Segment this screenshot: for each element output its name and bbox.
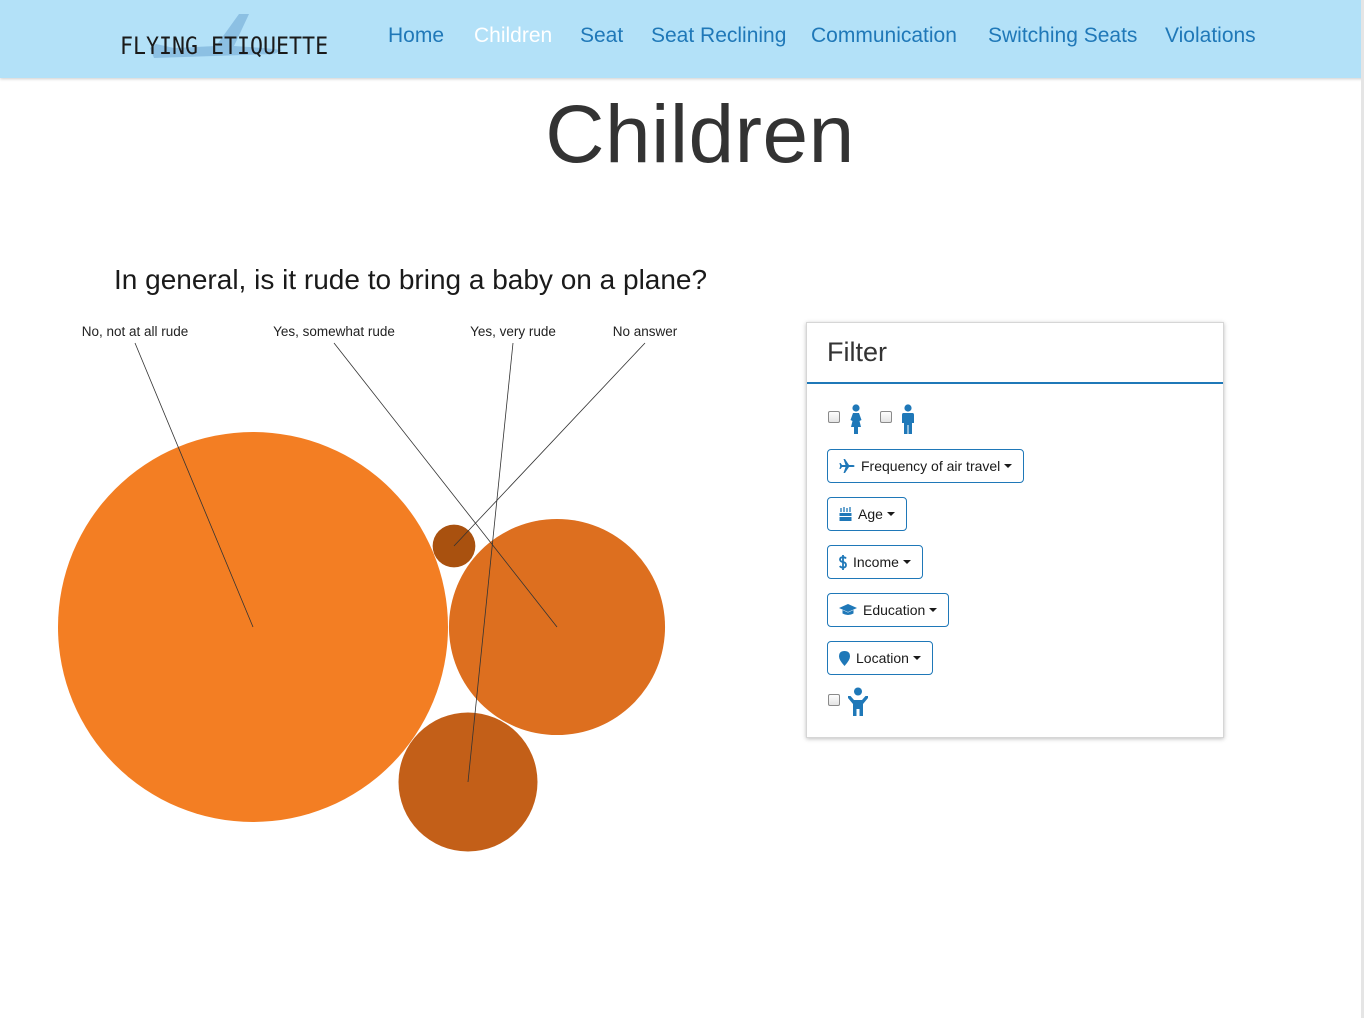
- page-title: Children: [545, 89, 855, 180]
- bubble-label: Yes, very rude: [470, 324, 556, 339]
- child-icon: [848, 687, 868, 716]
- map-marker-icon: [839, 650, 850, 666]
- filter-title: Filter: [827, 337, 887, 367]
- location-dropdown-label: Location: [856, 650, 909, 666]
- caret-down-icon: [1004, 464, 1013, 468]
- caret-down-icon: [929, 608, 938, 612]
- age-dropdown[interactable]: Age: [827, 497, 907, 531]
- male-checkbox[interactable]: [880, 411, 892, 423]
- bubble-label: No answer: [613, 324, 678, 339]
- birthday-cake-icon: [839, 507, 852, 521]
- bubble-label: Yes, somewhat rude: [273, 324, 395, 339]
- nav-switching-seats[interactable]: Switching Seats: [988, 24, 1137, 48]
- nav-communication[interactable]: Communication: [811, 24, 957, 48]
- nav-home[interactable]: Home: [388, 24, 444, 48]
- frequency-dropdown-label: Frequency of air travel: [861, 458, 1001, 474]
- female-icon: [850, 404, 862, 434]
- filter-panel: Filter Frequency of air travel Age Incom…: [806, 322, 1224, 738]
- bubble-chart: No, not at all rude Yes, somewhat rude Yes…: [58, 324, 678, 852]
- male-icon: [902, 404, 914, 434]
- graduation-cap-icon: [839, 604, 857, 615]
- child-checkbox[interactable]: [828, 694, 840, 706]
- brand-logo[interactable]: FLYING ETIQUETTE: [114, 8, 328, 66]
- frequency-dropdown[interactable]: Frequency of air travel: [827, 449, 1025, 483]
- caret-down-icon: [886, 512, 895, 516]
- nav-violations[interactable]: Violations: [1165, 24, 1256, 48]
- nav-seat[interactable]: Seat: [580, 24, 623, 48]
- navbar: FLYING ETIQUETTE Home Children Seat Seat…: [0, 0, 1364, 78]
- female-checkbox[interactable]: [828, 411, 840, 423]
- caret-down-icon: [912, 656, 921, 660]
- filter-divider: [807, 382, 1223, 384]
- location-dropdown[interactable]: Location: [827, 641, 933, 675]
- chart-question: In general, is it rude to bring a baby o…: [114, 264, 708, 295]
- income-dropdown-label: Income: [853, 554, 899, 570]
- education-dropdown[interactable]: Education: [827, 593, 950, 627]
- income-dropdown[interactable]: Income: [827, 545, 923, 579]
- age-dropdown-label: Age: [858, 506, 883, 522]
- brand-text: FLYING ETIQUETTE: [120, 32, 329, 60]
- leader-line: [453, 342, 646, 547]
- nav-children[interactable]: Children: [474, 24, 552, 48]
- bubble-label: No, not at all rude: [82, 324, 189, 339]
- dollar-icon: [839, 554, 847, 570]
- education-dropdown-label: Education: [863, 602, 926, 618]
- caret-down-icon: [902, 560, 911, 564]
- plane-icon: [839, 459, 855, 473]
- nav-seat-reclining[interactable]: Seat Reclining: [651, 24, 786, 48]
